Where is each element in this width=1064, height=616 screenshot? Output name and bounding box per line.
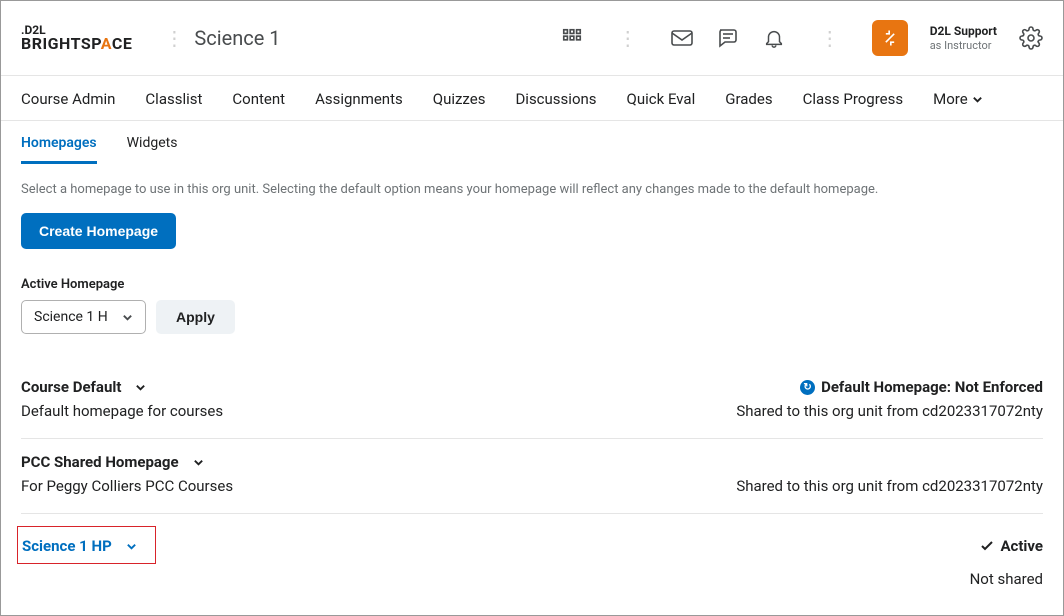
check-icon	[980, 539, 994, 553]
content-area: Select a homepage to use in this org uni…	[1, 164, 1063, 594]
nav-classlist[interactable]: Classlist	[145, 90, 202, 108]
chevron-down-icon	[126, 541, 137, 552]
nav-content[interactable]: Content	[232, 90, 285, 108]
chevron-down-icon	[122, 312, 133, 323]
help-text: Select a homepage to use in this org uni…	[21, 182, 1043, 197]
user-role: as Instructor	[930, 39, 997, 52]
homepage-title: Science 1 HP	[22, 537, 112, 555]
logo-bottom: BRIGHTSPACE	[21, 36, 132, 52]
user-name: D2L Support	[930, 24, 997, 38]
homepage-item: Science 1 HP Active Not shared	[21, 513, 1043, 594]
active-homepage-select[interactable]: Science 1 H	[21, 300, 146, 334]
course-title[interactable]: Science 1	[194, 26, 280, 50]
nav-discussions[interactable]: Discussions	[515, 90, 596, 108]
separator: ⋮	[618, 26, 636, 50]
bell-icon[interactable]	[762, 26, 786, 50]
nav-course-admin[interactable]: Course Admin	[21, 90, 115, 108]
homepage-list: Course Default ↻ Default Homepage: Not E…	[21, 364, 1043, 594]
homepage-title: PCC Shared Homepage	[21, 453, 179, 471]
apply-button[interactable]: Apply	[156, 300, 235, 334]
nav-quick-eval[interactable]: Quick Eval	[627, 90, 696, 108]
homepage-shared-info: Shared to this org unit from cd202331707…	[736, 402, 1043, 420]
active-homepage-label: Active Homepage	[21, 277, 1043, 292]
homepage-title-dropdown[interactable]: Science 1 HP	[22, 537, 137, 555]
brightspace-logo: .D2L BRIGHTSPACE	[21, 24, 132, 52]
homepage-item: PCC Shared Homepage For Peggy Colliers P…	[21, 438, 1043, 513]
separator: ⋮	[820, 26, 838, 50]
chevron-down-icon	[193, 457, 204, 468]
course-color-icon[interactable]	[872, 20, 908, 56]
homepage-title: Course Default	[21, 378, 121, 396]
homepage-shared-info: Not shared	[970, 570, 1043, 588]
apps-grid-icon[interactable]	[560, 26, 584, 50]
user-block[interactable]: D2L Support as Instructor	[930, 24, 997, 52]
separator: ⋮	[164, 26, 182, 50]
homepage-desc: Default homepage for courses	[21, 402, 223, 420]
topbar-icons: ⋮ ⋮ D2L Support as Instructor	[560, 20, 1043, 56]
homepage-status: ↻ Default Homepage: Not Enforced	[800, 378, 1043, 396]
main-nav: Course Admin Classlist Content Assignmen…	[1, 76, 1063, 121]
info-icon: ↻	[800, 380, 815, 395]
nav-class-progress[interactable]: Class Progress	[803, 90, 904, 108]
gear-icon[interactable]	[1019, 26, 1043, 50]
homepage-title-dropdown[interactable]: PCC Shared Homepage	[21, 453, 204, 471]
chat-icon[interactable]	[716, 26, 740, 50]
highlighted-homepage: Science 1 HP	[17, 526, 156, 564]
homepage-shared-info: Shared to this org unit from cd202331707…	[736, 477, 1043, 495]
create-homepage-button[interactable]: Create Homepage	[21, 213, 176, 249]
nav-quizzes[interactable]: Quizzes	[433, 90, 486, 108]
tab-widgets[interactable]: Widgets	[127, 135, 178, 164]
nav-grades[interactable]: Grades	[725, 90, 772, 108]
nav-more[interactable]: More	[933, 90, 983, 108]
mail-icon[interactable]	[670, 26, 694, 50]
homepage-title-dropdown[interactable]: Course Default	[21, 378, 146, 396]
sub-nav: Homepages Widgets	[1, 121, 1063, 164]
tab-homepages[interactable]: Homepages	[21, 135, 97, 164]
homepage-item: Course Default ↻ Default Homepage: Not E…	[21, 364, 1043, 438]
homepage-desc: For Peggy Colliers PCC Courses	[21, 477, 233, 495]
top-bar: .D2L BRIGHTSPACE ⋮ Science 1 ⋮	[1, 1, 1063, 76]
chevron-down-icon	[135, 382, 146, 393]
homepage-status: Active	[980, 537, 1043, 555]
nav-assignments[interactable]: Assignments	[315, 90, 403, 108]
select-value: Science 1 H	[34, 309, 108, 325]
chevron-down-icon	[972, 94, 983, 105]
